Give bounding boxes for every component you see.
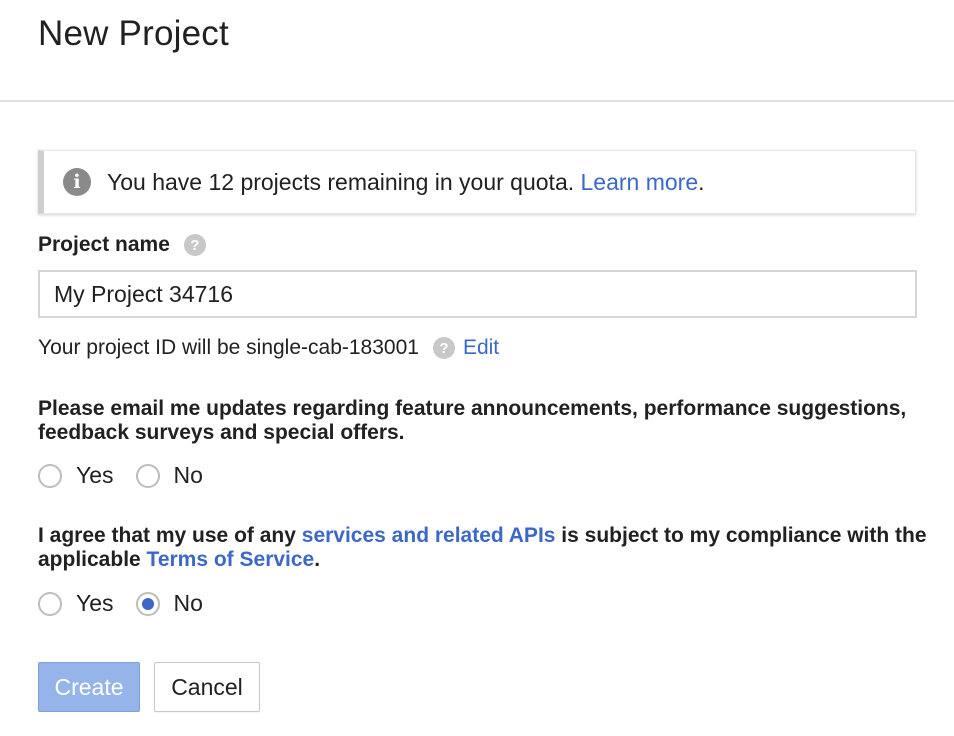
quota-notice-text: You have 12 projects remaining in your q… bbox=[107, 169, 705, 196]
terms-radio-group: Yes No bbox=[38, 590, 225, 617]
quota-suffix: . bbox=[698, 168, 705, 195]
project-name-input[interactable] bbox=[38, 270, 917, 318]
radio-label: Yes bbox=[76, 590, 114, 616]
terms-no-option[interactable]: No bbox=[135, 590, 203, 617]
radio-button[interactable] bbox=[135, 463, 160, 488]
help-icon[interactable]: ? bbox=[432, 337, 455, 359]
project-name-label-text: Project name bbox=[38, 233, 170, 256]
terms-question: I agree that my use of any services and … bbox=[38, 524, 938, 572]
services-apis-link[interactable]: services and related APIs bbox=[302, 524, 556, 547]
dialog-actions: Create Cancel bbox=[38, 662, 260, 712]
email-updates-no-option[interactable]: No bbox=[135, 462, 203, 489]
edit-project-id-link[interactable]: Edit bbox=[463, 336, 499, 360]
create-button[interactable]: Create bbox=[38, 662, 140, 712]
project-id-text: Your project ID will be single-cab-18300… bbox=[38, 336, 419, 359]
project-name-label: Project name ? bbox=[38, 233, 206, 257]
project-id-row: Your project ID will be single-cab-18300… bbox=[38, 336, 499, 360]
radio-label: No bbox=[173, 462, 203, 488]
radio-button[interactable] bbox=[38, 463, 62, 488]
learn-more-link[interactable]: Learn more bbox=[581, 169, 699, 195]
terms-of-service-link[interactable]: Terms of Service bbox=[147, 548, 315, 571]
header-divider bbox=[0, 100, 954, 102]
email-updates-radio-group: Yes No bbox=[38, 462, 225, 489]
cancel-button[interactable]: Cancel bbox=[154, 662, 260, 712]
email-updates-question: Please email me updates regarding featur… bbox=[38, 397, 907, 444]
new-project-dialog: New Project i You have 12 projects remai… bbox=[0, 0, 954, 736]
page-title: New Project bbox=[38, 14, 229, 53]
quota-text: You have 12 projects remaining in your q… bbox=[107, 168, 581, 195]
info-icon: i bbox=[63, 168, 91, 196]
radio-button-selected[interactable] bbox=[135, 591, 160, 616]
terms-text-1: I agree that my use of any bbox=[38, 524, 302, 547]
radio-label: No bbox=[173, 590, 203, 616]
quota-notice: i You have 12 projects remaining in your… bbox=[38, 150, 916, 214]
radio-button[interactable] bbox=[38, 591, 62, 616]
terms-text-3: . bbox=[314, 548, 321, 571]
help-icon[interactable]: ? bbox=[183, 234, 206, 256]
email-updates-yes-option[interactable]: Yes bbox=[38, 462, 114, 489]
radio-label: Yes bbox=[76, 462, 114, 488]
terms-yes-option[interactable]: Yes bbox=[38, 590, 114, 617]
